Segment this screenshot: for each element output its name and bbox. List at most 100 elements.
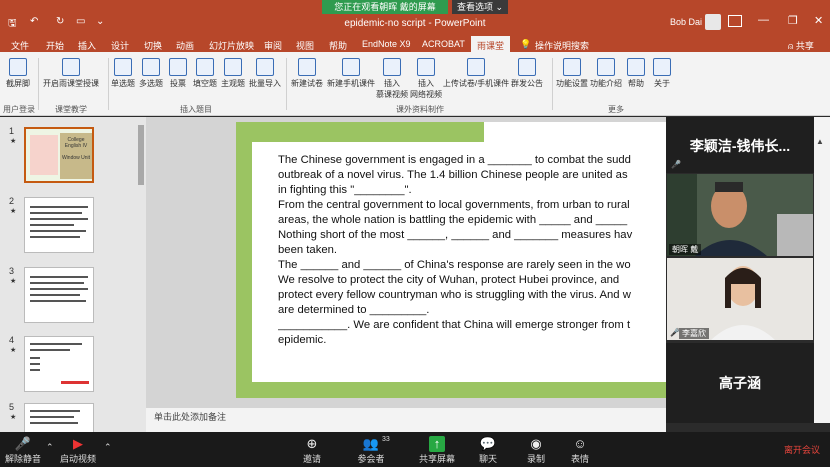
login-button[interactable]: 截屏脚 [4, 58, 32, 89]
thumb-subtitle: Window Unit [61, 155, 91, 161]
tab-slideshow[interactable]: 幻灯片放映 [209, 39, 254, 52]
invite-button[interactable]: ⊕ 邀请 [298, 436, 326, 465]
chat-button[interactable]: 💬 聊天 [476, 436, 500, 465]
tell-me-search[interactable]: 操作说明搜索 [535, 39, 589, 52]
slide-thumbnail-4[interactable] [24, 336, 94, 392]
tab-review[interactable]: 审阅 [264, 39, 282, 52]
notes-pane[interactable]: 单击此处添加备注 [146, 408, 666, 432]
screenshot-icon [9, 58, 27, 76]
multiple-choice-button[interactable]: 多选题 [138, 58, 164, 89]
tab-home[interactable]: 开始 [46, 39, 64, 52]
announcement-button[interactable]: 群发公告 [510, 58, 544, 89]
star-icon: ★ [10, 208, 17, 215]
new-test-label: 新建试卷 [291, 79, 323, 88]
active-speaker-name: 李颖洁-钱伟长... [666, 117, 814, 173]
batch-import-label: 批量导入 [249, 79, 281, 88]
star-icon: ★ [10, 347, 17, 354]
slide-number: 4 [9, 335, 15, 345]
chevron-up-icon[interactable]: ⌃ [104, 442, 112, 453]
checklist-icon [224, 58, 242, 76]
start-class-button[interactable]: 开启雨课堂授课 [42, 58, 100, 89]
share-screen-icon: ↑ [429, 436, 445, 452]
share-screen-button[interactable]: ↑ 共享屏幕 [418, 436, 456, 465]
tab-animations[interactable]: 动画 [176, 39, 194, 52]
group-insert-questions: 插入题目 [180, 105, 212, 114]
tab-help[interactable]: 帮助 [329, 39, 347, 52]
multiple-choice-label: 多选题 [139, 79, 163, 88]
thumb-text-line [30, 422, 78, 424]
subjective-label: 主观题 [221, 79, 245, 88]
new-test-button[interactable]: 新建试卷 [290, 58, 324, 89]
tab-design[interactable]: 设计 [111, 39, 129, 52]
view-options-button[interactable]: 查看选项 ⌄ [452, 0, 508, 14]
chevron-up-icon[interactable]: ⌃ [46, 442, 54, 453]
group-classroom: 课堂教学 [55, 105, 87, 114]
slide-number: 2 [9, 196, 15, 206]
insert-web-video-button[interactable]: 插入 网络视频 [408, 58, 444, 100]
close-icon[interactable]: ✕ [814, 14, 823, 27]
record-button[interactable]: ◉ 录制 [524, 436, 548, 465]
share-tab[interactable]: ⍝ 共享 [788, 39, 814, 52]
insert-mooc-video-button[interactable]: 插入 慕课视频 [374, 58, 410, 100]
smiley-icon: ☺ [573, 436, 587, 451]
mic-muted-icon: 🎤 [14, 436, 32, 451]
slide-thumbnail-1[interactable]: College English IV Window Unit [24, 127, 94, 183]
video-tile-3[interactable]: 高子涵 [666, 343, 814, 423]
thumb-image [30, 135, 58, 175]
tab-file[interactable]: 文件 [11, 39, 29, 52]
about-button[interactable]: 关于 [650, 58, 674, 89]
help-icon [627, 58, 645, 76]
tab-rain-classroom[interactable]: 雨课堂 [471, 36, 511, 52]
slide-scrollbar[interactable]: ▲ [814, 117, 830, 423]
login-label: 截屏脚 [6, 79, 30, 88]
start-video-button[interactable]: ▶ 启动视频 [58, 436, 98, 465]
thumb-text-line [30, 218, 88, 220]
group-more: 更多 [608, 105, 624, 114]
user-name[interactable]: Bob Dai [670, 17, 702, 27]
leave-meeting-button[interactable]: 离开会议 [784, 443, 820, 456]
slide-text-box[interactable]: The Chinese government is engaged in a _… [278, 153, 666, 348]
vote-button[interactable]: 投票 [166, 58, 190, 89]
meeting-toolbar: 🎤 解除静音 ⌃ ▶ 启动视频 ⌃ ⊕ 邀请 👥 参会者 ↑ 共享屏幕 💬 聊天 ◉ 录制 ☺… [0, 432, 830, 467]
settings-button[interactable]: 功能设置 [555, 58, 589, 89]
feature-intro-button[interactable]: 功能介绍 [589, 58, 623, 89]
new-mobile-courseware-label: 新建手机课件 [327, 79, 375, 88]
tab-transitions[interactable]: 切换 [144, 39, 162, 52]
tab-endnote[interactable]: EndNote X9 [362, 39, 411, 49]
single-choice-button[interactable]: 单选题 [110, 58, 136, 89]
star-icon: ★ [10, 278, 17, 285]
scroll-up-icon[interactable]: ▲ [816, 137, 824, 146]
new-mobile-courseware-button[interactable]: 新建手机课件 [326, 58, 376, 89]
unmute-button[interactable]: 🎤 解除静音 [4, 436, 42, 465]
avatar[interactable] [705, 14, 721, 30]
slide-text-line: The ______ and ______ of China's respons… [278, 259, 631, 271]
tab-view[interactable]: 视图 [296, 39, 314, 52]
tab-insert[interactable]: 插入 [78, 39, 96, 52]
video-off-icon: ▶ [73, 436, 83, 451]
subjective-button[interactable]: 主观题 [220, 58, 246, 89]
help-button[interactable]: 帮助 [624, 58, 648, 89]
fill-blank-button[interactable]: 填空题 [192, 58, 218, 89]
video-tile-2[interactable]: 李嘉欣 🎤 [667, 258, 813, 340]
tab-acrobat[interactable]: ACROBAT [422, 39, 465, 49]
chat-icon: 💬 [479, 436, 497, 451]
reactions-button[interactable]: ☺ 表情 [568, 436, 592, 465]
ribbon-display-options-icon[interactable] [728, 15, 742, 27]
minimize-icon[interactable]: — [758, 14, 769, 26]
slide-thumbnails-pane[interactable]: 1 ★ College English IV Window Unit 2 ★ 3 … [0, 117, 146, 432]
restore-icon[interactable]: ❐ [788, 14, 798, 27]
slide-thumbnail-3[interactable] [24, 267, 94, 323]
chat-label: 聊天 [478, 454, 497, 464]
slide-text-line: protect every fellow countryman who is s… [278, 289, 631, 301]
thumb-text-line [30, 224, 74, 226]
upload-button[interactable]: 上传试卷/手机课件 [442, 58, 510, 89]
record-icon: ◉ [530, 436, 542, 451]
slide-thumbnail-2[interactable] [24, 197, 94, 253]
bar-chart-icon [169, 58, 187, 76]
lightbulb-icon: 💡 [520, 39, 532, 49]
screen-share-banner: 您正在观看朝晖 戴的屏幕 [322, 0, 448, 14]
batch-import-button[interactable]: 批量导入 [248, 58, 282, 89]
video-tile-1[interactable]: 朝晖 戴 [667, 174, 813, 256]
thumbnail-scrollbar[interactable] [138, 125, 144, 185]
slide-thumbnail-5[interactable] [24, 403, 94, 432]
